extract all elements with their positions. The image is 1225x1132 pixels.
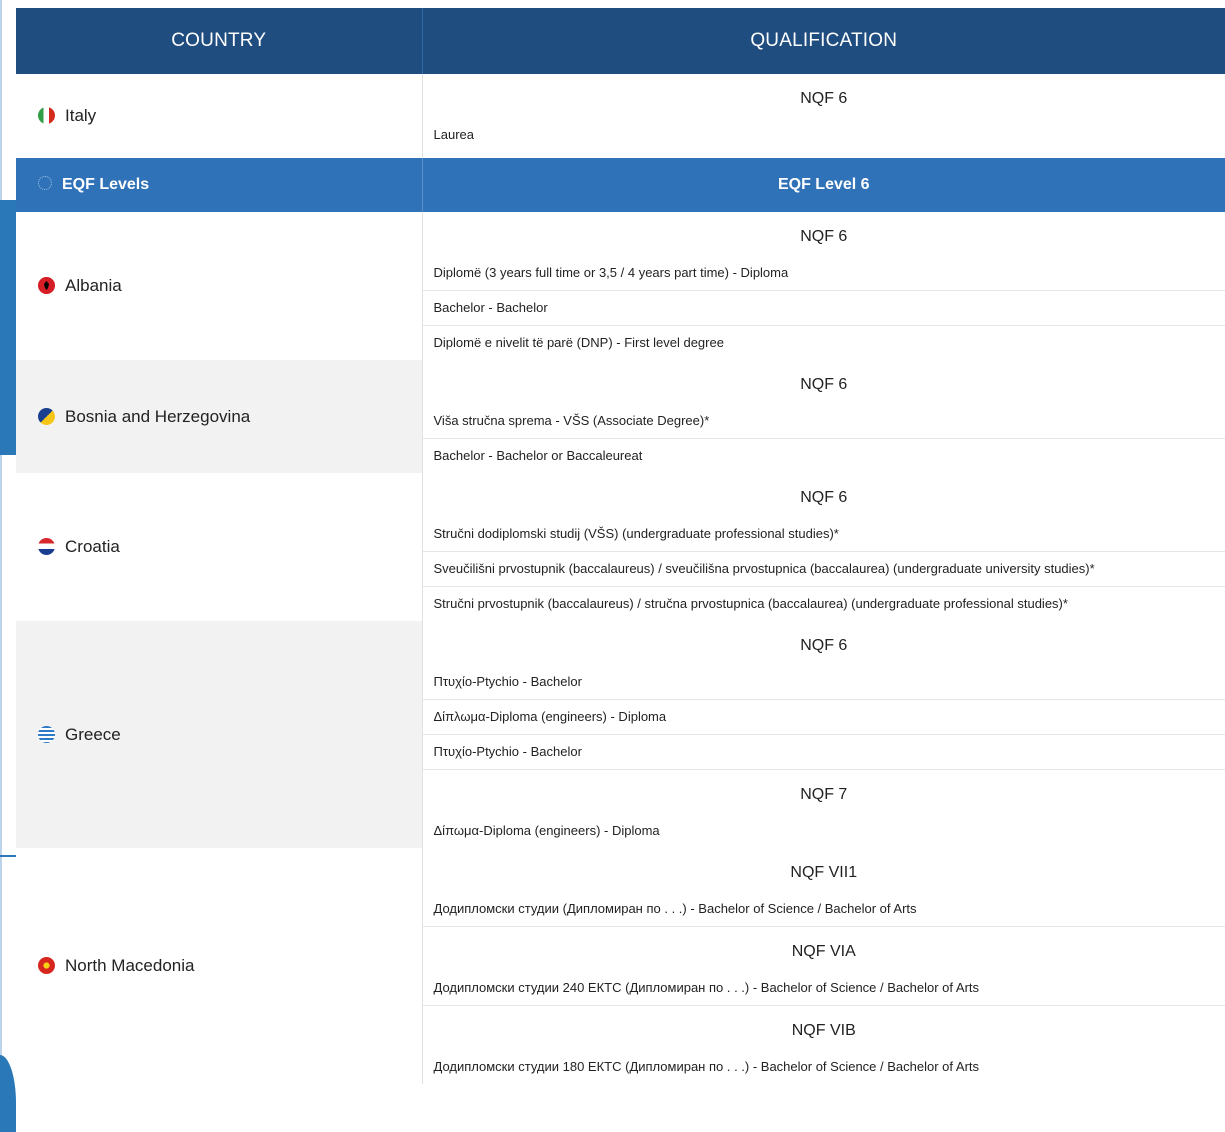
table-row: Croatia NQF 6 Stručni dodiplomski studij (…	[16, 473, 1225, 621]
qualification-item: Додипломски студии (Дипломиран по . . .)…	[422, 892, 1225, 927]
greece-flag-icon	[38, 725, 55, 743]
table-row: North Macedonia NQF VII1 Додипломски студи…	[16, 848, 1225, 1084]
column-header-qualification[interactable]: QUALIFICATION	[422, 8, 1225, 74]
country-cell: Croatia	[16, 473, 423, 621]
qualification-item: Stručni dodiplomski studij (VŠS) (underg…	[422, 517, 1225, 552]
country-cell: Bosnia and Herzegovina	[16, 360, 423, 473]
nqf-level: NQF 6	[800, 90, 848, 107]
qualification-item: Laurea	[433, 127, 474, 142]
table-row: Greece NQF 6 Πτυχίο-Ptychio - Bachelor Δίπλ…	[16, 621, 1225, 848]
eqf-label-cell: EQF Levels	[16, 158, 423, 212]
qualification-item: Πτυχίο-Ptychio - Bachelor	[422, 735, 1225, 770]
qualifications-cell: NQF 6 Stručni dodiplomski studij (VŠS) (u…	[422, 473, 1225, 621]
qualification-item: Bachelor - Bachelor	[422, 291, 1225, 326]
qualification-item: Додипломски студии 180 ЕКТС (Дипломиран …	[433, 1059, 980, 1074]
country-cell: North Macedonia	[16, 848, 423, 1084]
qualifications-cell: NQF 6 Laurea	[422, 74, 1225, 158]
albania-flag-icon	[38, 277, 55, 294]
country-cell: Italy	[16, 74, 423, 158]
qualification-item: Πτυχίο-Ptychio - Bachelor	[422, 665, 1225, 700]
background-decoration	[0, 1055, 16, 1132]
qualification-item: Bachelor - Bachelor or Baccaleureat	[433, 448, 643, 463]
table-header-row: COUNTRY QUALIFICATION	[16, 8, 1225, 74]
country-name: North Macedonia	[65, 956, 195, 975]
country-cell: Greece	[16, 621, 423, 848]
nqf-level: NQF 6	[800, 489, 848, 506]
nqf-level: NQF VIA	[791, 943, 856, 960]
italy-flag-icon	[38, 107, 55, 124]
qualification-item: Diplomë (3 years full time or 3,5 / 4 ye…	[422, 256, 1225, 291]
eqf-label: EQF Levels	[62, 176, 150, 193]
qualifications-cell: NQF VII1 Додипломски студии (Дипломиран п…	[422, 848, 1225, 1084]
nqf-level: NQF 7	[800, 786, 848, 803]
country-name: Croatia	[65, 537, 120, 556]
nqf-level: NQF VII1	[790, 864, 858, 881]
croatia-flag-icon	[38, 538, 55, 555]
qualification-item: Diplomë e nivelit të parë (DNP) - First …	[433, 335, 724, 350]
qualification-item: Додипломски студии 240 ЕКТС (Дипломиран …	[422, 971, 1225, 1006]
nqf-level: NQF 6	[800, 637, 848, 654]
qualifications-cell: NQF 6 Diplomë (3 years full time or 3,5 /…	[422, 212, 1225, 360]
qualification-item: Sveučilišni prvostupnik (baccalaureus) /…	[422, 552, 1225, 587]
table-row: Albania NQF 6 Diplomë (3 years full time o…	[16, 212, 1225, 360]
nqf-level: NQF VIB	[791, 1022, 856, 1039]
table-row: Italy NQF 6 Laurea	[16, 74, 1225, 158]
country-name: Greece	[65, 724, 121, 744]
country-name: Albania	[65, 276, 122, 295]
qualifications-cell: NQF 6 Πτυχίο-Ptychio - Bachelor Δίπλωμα-Di…	[422, 621, 1225, 848]
qualification-item: Δίπωμα-Diploma (engineers) - Diploma	[433, 823, 660, 838]
eu-stars-icon	[38, 176, 52, 190]
nqf-level: NQF 6	[800, 228, 848, 245]
qualifications-cell: NQF 6 Viša stručna sprema - VŠS (Associat…	[422, 360, 1225, 473]
background-decoration	[0, 855, 16, 857]
bosnia-and-herzegovina-flag-icon	[38, 407, 55, 425]
nqf-level: NQF 6	[800, 376, 848, 393]
country-name: Italy	[65, 106, 97, 125]
eqf-level-row: EQF Levels EQF Level 6	[16, 158, 1225, 212]
qualification-table: COUNTRY QUALIFICATION Italy NQF 6 Laurea…	[16, 8, 1225, 1084]
country-name: Bosnia and Herzegovina	[65, 406, 251, 426]
column-header-country[interactable]: COUNTRY	[16, 8, 423, 74]
country-cell: Albania	[16, 212, 423, 360]
qualification-item: Stručni prvostupnik (baccalaureus) / str…	[433, 596, 1068, 611]
eqf-level: EQF Level 6	[422, 158, 1225, 212]
qualification-item: Viša stručna sprema - VŠS (Associate Deg…	[422, 404, 1225, 439]
table-row: Bosnia and Herzegovina NQF 6 Viša stručna …	[16, 360, 1225, 473]
left-edge-line	[0, 0, 2, 1132]
qualification-item: Δίπλωμα-Diploma (engineers) - Diploma	[422, 700, 1225, 735]
north-macedonia-flag-icon	[38, 957, 55, 974]
background-decoration	[0, 200, 16, 455]
